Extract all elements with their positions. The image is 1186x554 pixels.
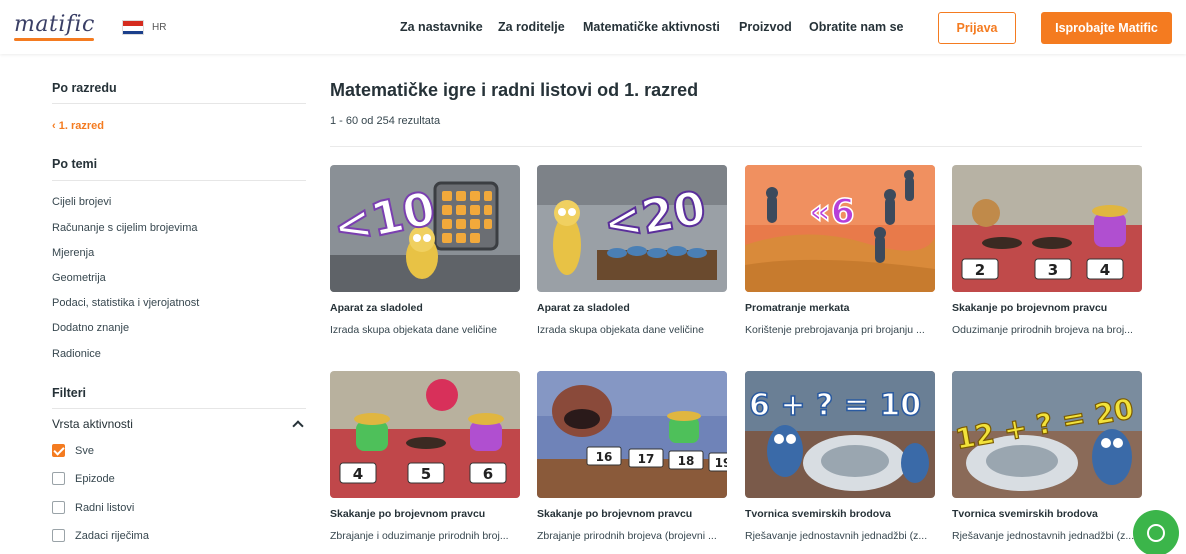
card-description: Rješavanje jednostavnih jednadžbi (z...: [952, 530, 1135, 542]
number-line-label: 5: [421, 465, 431, 483]
nav-product[interactable]: Proizvod: [739, 20, 792, 34]
number-line-label: 18: [678, 454, 695, 468]
nav-contact[interactable]: Obratite nam se: [809, 20, 903, 34]
activity-thumbnail[interactable]: 4 5 6: [330, 371, 520, 498]
number-line-label: 6: [483, 465, 493, 483]
filter-worksheets[interactable]: Radni listovi: [52, 501, 134, 514]
number-line-label: 17: [638, 452, 655, 466]
card-description: Korištenje prebrojavanja pri brojanju ..…: [745, 324, 925, 336]
divider: [330, 146, 1142, 147]
login-button[interactable]: Prijava: [938, 12, 1016, 44]
filters-title: Filteri: [52, 386, 87, 400]
chat-bubble-icon: [1147, 524, 1165, 542]
filter-all-label: Sve: [75, 444, 94, 457]
activity-type-toggle[interactable]: Vrsta aktivnosti: [52, 417, 306, 432]
number-line-label: 3: [1048, 261, 1058, 279]
activity-thumbnail[interactable]: 6 + ? = 10: [745, 371, 935, 498]
activity-thumbnail[interactable]: 16 17 18 19: [537, 371, 727, 498]
card-title[interactable]: Tvornica svemirskih brodova: [952, 508, 1142, 520]
filter-word-problems[interactable]: Zadaci riječima: [52, 529, 149, 542]
nav-teachers[interactable]: Za nastavnike: [400, 20, 483, 34]
filter-episodes-label: Epizode: [75, 472, 115, 485]
card-title[interactable]: Aparat za sladoled: [330, 302, 520, 314]
card-description: Zbrajanje i oduzimanje prirodnih broj...: [330, 530, 509, 542]
topic-operations[interactable]: Računanje s cijelim brojevima: [52, 222, 198, 234]
checkbox[interactable]: [52, 501, 65, 514]
try-matific-button[interactable]: Isprobajte Matific: [1041, 12, 1172, 44]
activity-card[interactable]: 6 + ? = 10 Tvornica svemirskih brodova R…: [745, 371, 935, 542]
card-description: Rješavanje jednostavnih jednadžbi (z...: [745, 530, 928, 542]
card-description: Zbrajanje prirodnih brojeva (brojevni ..…: [537, 530, 717, 542]
activity-card[interactable]: 16 17 18 19 Skakanje po brojevnom pravcu…: [537, 371, 727, 542]
card-title[interactable]: Aparat za sladoled: [537, 302, 727, 314]
checkbox-checked[interactable]: [52, 444, 65, 457]
divider: [52, 180, 306, 181]
nav-math-activities[interactable]: Matematičke aktivnosti: [583, 20, 720, 34]
filter-worksheets-label: Radni listovi: [75, 501, 135, 514]
number-line-label: 2: [975, 261, 985, 279]
divider: [52, 103, 306, 104]
topic-geometry[interactable]: Geometrija: [52, 272, 106, 284]
card-title[interactable]: Promatranje merkata: [745, 302, 935, 314]
number-line-label: 19: [715, 456, 727, 470]
card-description: Oduzimanje prirodnih brojeva na broj...: [952, 324, 1133, 336]
card-description: Izrada skupa objekata dane veličine: [330, 324, 497, 336]
matific-logo[interactable]: matific: [14, 12, 95, 37]
activity-card[interactable]: 4 5 6 Skakanje po brojevnom pravcu Zbraj…: [330, 371, 520, 542]
card-title[interactable]: Skakanje po brojevnom pravcu: [537, 508, 727, 520]
language-code[interactable]: HR: [152, 22, 166, 33]
topic-data-statistics[interactable]: Podaci, statistika i vjerojatnost: [52, 297, 199, 309]
chevron-up-icon: [292, 420, 304, 432]
topic-measurement[interactable]: Mjerenja: [52, 247, 94, 259]
topic-workshops[interactable]: Radionice: [52, 348, 101, 360]
activity-thumbnail[interactable]: 12 + ? = 20: [952, 371, 1142, 498]
grade-filter-title: Po razredu: [52, 81, 117, 95]
activity-card[interactable]: 2 3 4 Skakanje po brojevnom pravcu Oduzi…: [952, 165, 1142, 336]
help-chat-button[interactable]: [1133, 510, 1179, 554]
number-line-label: 4: [353, 465, 363, 483]
grade-back-link[interactable]: ‹ 1. razred: [52, 120, 104, 132]
activity-card[interactable]: <10 Aparat za sladoled Izrada skupa obje…: [330, 165, 520, 336]
page-title: Matematičke igre i radni listovi od 1. r…: [330, 80, 699, 100]
card-description: Izrada skupa objekata dane veličine: [537, 324, 704, 336]
divider: [52, 408, 306, 409]
nav-parents[interactable]: Za roditelje: [498, 20, 565, 34]
topic-extra-knowledge[interactable]: Dodatno znanje: [52, 322, 129, 334]
activity-thumbnail[interactable]: <10: [330, 165, 520, 292]
activity-thumbnail[interactable]: «6: [745, 165, 935, 292]
activity-card[interactable]: «6 Promatranje merkata Korištenje prebro…: [745, 165, 935, 336]
activity-thumbnail[interactable]: 2 3 4: [952, 165, 1142, 292]
activity-type-label: Vrsta aktivnosti: [52, 417, 133, 431]
croatia-flag-icon[interactable]: [122, 20, 144, 35]
card-title[interactable]: Skakanje po brojevnom pravcu: [952, 302, 1142, 314]
filter-all[interactable]: Sve: [52, 444, 94, 457]
filter-episodes[interactable]: Epizode: [52, 472, 115, 485]
topic-filter-title: Po temi: [52, 157, 98, 171]
number-line-label: 16: [596, 450, 613, 464]
filter-word-problems-label: Zadaci riječima: [75, 529, 149, 542]
topic-whole-numbers[interactable]: Cijeli brojevi: [52, 196, 111, 208]
card-title[interactable]: Skakanje po brojevnom pravcu: [330, 508, 520, 520]
grade-back-label: 1. razred: [58, 120, 104, 132]
top-header: matific HR Za nastavnike Za roditelje Ma…: [0, 0, 1186, 54]
thumbnail-text: 6 + ? = 10: [749, 388, 921, 423]
checkbox[interactable]: [52, 472, 65, 485]
activity-thumbnail[interactable]: <20: [537, 165, 727, 292]
thumbnail-text: «6: [809, 192, 855, 232]
activity-card[interactable]: <20 Aparat za sladoled Izrada skupa obje…: [537, 165, 727, 336]
number-line-label: 4: [1100, 261, 1110, 279]
result-count: 1 - 60 od 254 rezultata: [330, 115, 441, 127]
activity-card[interactable]: 12 + ? = 20 Tvornica svemirskih brodova …: [952, 371, 1142, 542]
logo-swoosh: [14, 38, 94, 41]
checkbox[interactable]: [52, 529, 65, 542]
card-title[interactable]: Tvornica svemirskih brodova: [745, 508, 935, 520]
